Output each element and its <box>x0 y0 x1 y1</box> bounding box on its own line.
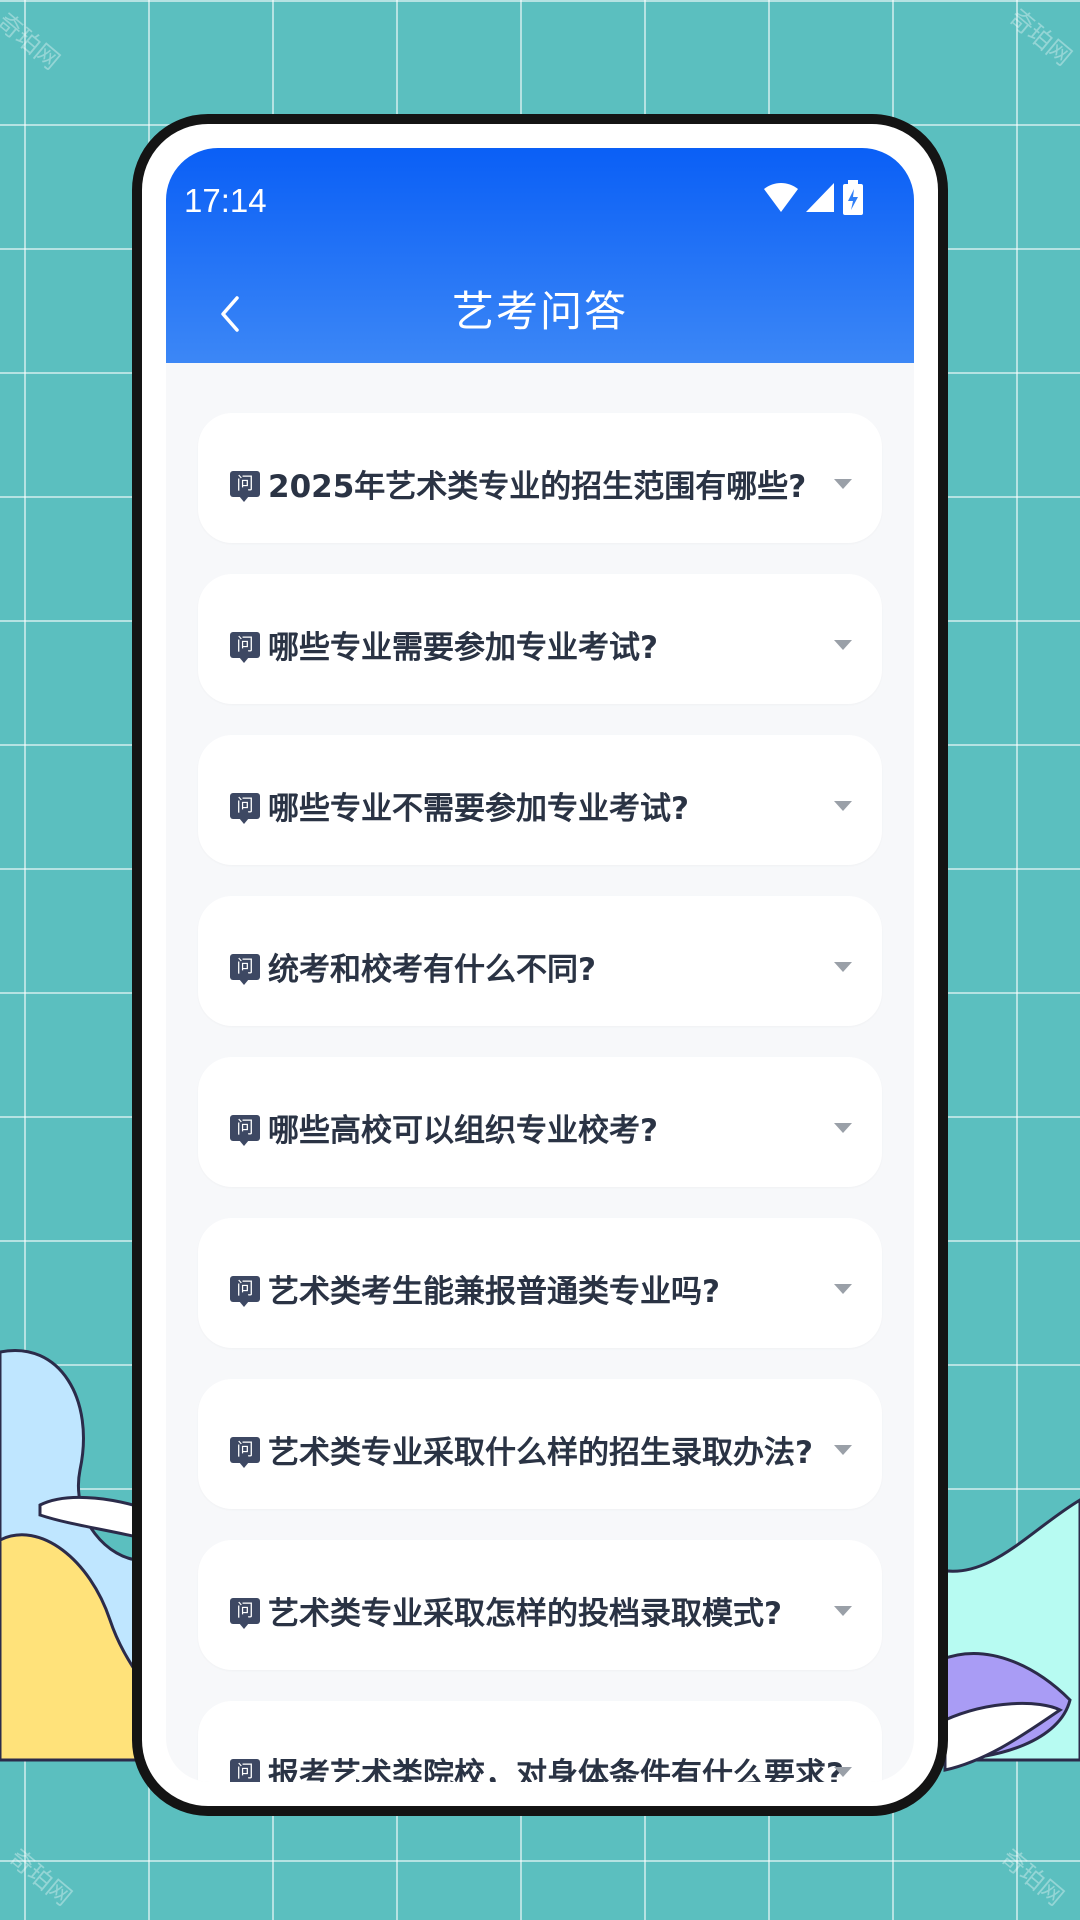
question-badge-icon: 问 <box>230 471 260 502</box>
caret-down-icon <box>834 1284 852 1294</box>
question-text: 2025年艺术类专业的招生范围有哪些? <box>268 469 807 505</box>
caret-down-icon <box>834 1123 852 1133</box>
signal-icon <box>806 183 834 212</box>
caret-down-icon <box>834 962 852 972</box>
caret-down-icon <box>834 801 852 811</box>
question-card[interactable]: 问 哪些专业不需要参加专业考试? <box>198 735 882 865</box>
status-time: 17:14 <box>184 182 267 219</box>
question-card[interactable]: 问 报考艺术类院校，对身体条件有什么要求? <box>198 1701 882 1782</box>
question-text: 艺术类专业采取怎样的投档录取模式? <box>268 1596 782 1632</box>
question-card[interactable]: 问 艺术类专业采取什么样的招生录取办法? <box>198 1379 882 1509</box>
question-badge-icon: 问 <box>230 1598 260 1629</box>
battery-charging-icon <box>843 180 863 215</box>
question-text: 哪些专业需要参加专业考试? <box>268 630 658 666</box>
question-card[interactable]: 问 哪些专业需要参加专业考试? <box>198 574 882 704</box>
phone-frame: 17:14 艺考问答 问 2025年艺术类专业的招生范围有哪些? 问 哪些专业需… <box>132 114 948 1816</box>
status-icons <box>764 178 864 218</box>
page-title: 艺考问答 <box>451 287 628 336</box>
question-badge-icon: 问 <box>230 632 260 663</box>
question-text: 报考艺术类院校，对身体条件有什么要求? <box>268 1757 844 1782</box>
caret-down-icon <box>834 640 852 650</box>
question-card[interactable]: 问 2025年艺术类专业的招生范围有哪些? <box>198 413 882 543</box>
caret-down-icon <box>834 479 852 489</box>
question-badge-icon: 问 <box>230 1437 260 1468</box>
question-badge-icon: 问 <box>230 1115 260 1146</box>
question-card[interactable]: 问 艺术类专业采取怎样的投档录取模式? <box>198 1540 882 1670</box>
question-text: 统考和校考有什么不同? <box>268 952 596 988</box>
app-header: 17:14 艺考问答 <box>166 148 914 363</box>
question-badge-icon: 问 <box>230 1276 260 1307</box>
question-badge-icon: 问 <box>230 954 260 985</box>
question-badge-icon: 问 <box>230 1759 260 1782</box>
question-text: 艺术类考生能兼报普通类专业吗? <box>268 1274 720 1310</box>
question-text: 哪些高校可以组织专业校考? <box>268 1113 658 1149</box>
question-card[interactable]: 问 哪些高校可以组织专业校考? <box>198 1057 882 1187</box>
question-card[interactable]: 问 艺术类考生能兼报普通类专业吗? <box>198 1218 882 1348</box>
caret-down-icon <box>834 1767 852 1777</box>
app-screen: 17:14 艺考问答 问 2025年艺术类专业的招生范围有哪些? 问 哪些专业需… <box>166 148 914 1782</box>
caret-down-icon <box>834 1606 852 1616</box>
wifi-icon <box>764 183 798 212</box>
question-badge-icon: 问 <box>230 793 260 824</box>
question-card[interactable]: 问 统考和校考有什么不同? <box>198 896 882 1026</box>
question-text: 艺术类专业采取什么样的招生录取办法? <box>268 1435 813 1471</box>
caret-down-icon <box>834 1445 852 1455</box>
question-text: 哪些专业不需要参加专业考试? <box>268 791 689 827</box>
